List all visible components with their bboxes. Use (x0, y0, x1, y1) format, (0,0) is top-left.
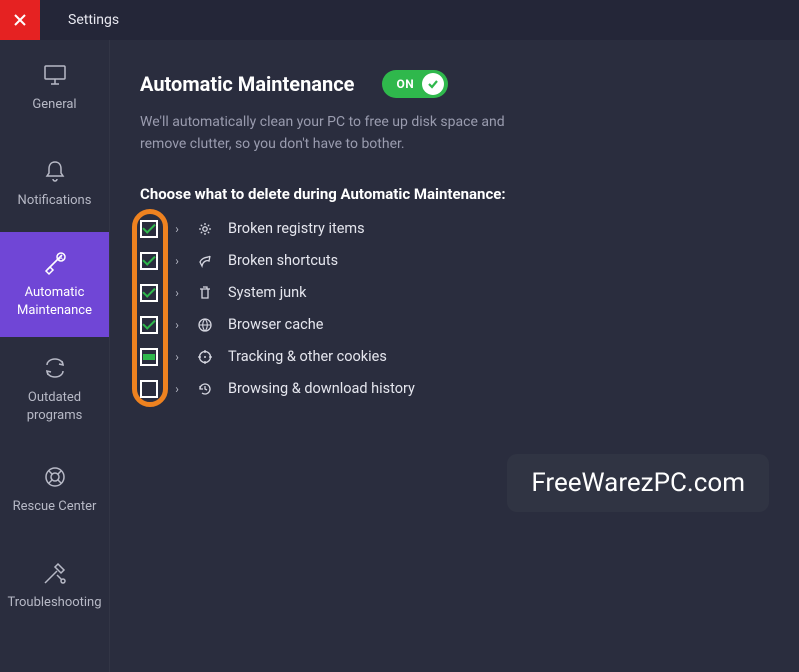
checkbox-browser-cache[interactable] (140, 316, 158, 334)
option-label: Tracking & other cookies (228, 348, 387, 365)
sidebar-item-label: Rescue Center (13, 498, 97, 516)
checkbox-registry[interactable] (140, 220, 158, 238)
sidebar-item-notifications[interactable]: Notifications (0, 136, 109, 232)
window-title: Settings (40, 12, 119, 28)
checkbox-system-junk[interactable] (140, 284, 158, 302)
auto-maintenance-toggle[interactable]: ON (382, 70, 448, 98)
expand-arrow-icon[interactable]: › (172, 222, 182, 236)
option-label: Browser cache (228, 316, 323, 333)
refresh-icon (42, 355, 68, 381)
section-title: Choose what to delete during Automatic M… (140, 185, 769, 203)
option-row-system-junk: › System junk (140, 281, 769, 304)
page-title: Automatic Maintenance (140, 72, 354, 96)
option-label: Browsing & download history (228, 380, 415, 397)
expand-arrow-icon[interactable]: › (172, 318, 182, 332)
broom-icon: A (42, 250, 68, 276)
close-button[interactable] (0, 0, 40, 40)
trash-icon (196, 284, 214, 302)
sidebar-item-label: Notifications (18, 192, 92, 210)
main-content: Automatic Maintenance ON We'll automatic… (110, 40, 799, 672)
lifebuoy-icon (42, 464, 68, 490)
option-label: Broken shortcuts (228, 252, 338, 269)
sidebar-nav: General Notifications A Automatic Mainte… (0, 40, 110, 672)
sidebar-item-label: Outdated programs (6, 389, 103, 424)
check-icon (422, 73, 444, 95)
target-icon (196, 348, 214, 366)
option-label: System junk (228, 284, 307, 301)
maintenance-options: › Broken registry items › Broken shortcu… (140, 217, 769, 400)
option-label: Broken registry items (228, 220, 365, 237)
sidebar-item-outdated-programs[interactable]: Outdated programs (0, 337, 109, 442)
checkbox-tracking-cookies[interactable] (140, 348, 158, 366)
history-icon (196, 380, 214, 398)
sidebar-item-label: General (32, 96, 76, 114)
sidebar-item-general[interactable]: General (0, 40, 109, 136)
sidebar-item-rescue-center[interactable]: Rescue Center (0, 442, 109, 538)
tools-icon (42, 560, 68, 586)
svg-text:A: A (59, 255, 63, 262)
monitor-icon (42, 62, 68, 88)
sidebar-item-auto-maintenance[interactable]: A Automatic Maintenance (0, 232, 109, 337)
checkbox-shortcuts[interactable] (140, 252, 158, 270)
page-description: We'll automatically clean your PC to fre… (140, 112, 520, 155)
shortcut-icon (196, 252, 214, 270)
expand-arrow-icon[interactable]: › (172, 350, 182, 364)
registry-icon (196, 220, 214, 238)
option-row-shortcuts: › Broken shortcuts (140, 249, 769, 272)
option-row-registry: › Broken registry items (140, 217, 769, 240)
globe-icon (196, 316, 214, 334)
sidebar-item-label: Automatic Maintenance (17, 284, 92, 319)
sidebar-item-label: Troubleshooting (7, 594, 101, 612)
expand-arrow-icon[interactable]: › (172, 254, 182, 268)
sidebar-item-troubleshooting[interactable]: Troubleshooting (0, 538, 109, 634)
close-icon (13, 13, 27, 27)
watermark-overlay: FreeWarezPC.com (507, 454, 769, 512)
option-row-browser-cache: › Browser cache (140, 313, 769, 336)
option-row-browsing-history: › Browsing & download history (140, 377, 769, 400)
option-row-tracking-cookies: › Tracking & other cookies (140, 345, 769, 368)
expand-arrow-icon[interactable]: › (172, 382, 182, 396)
expand-arrow-icon[interactable]: › (172, 286, 182, 300)
bell-icon (42, 158, 68, 184)
toggle-label: ON (396, 77, 414, 91)
titlebar: Settings (0, 0, 799, 40)
checkbox-browsing-history[interactable] (140, 380, 158, 398)
